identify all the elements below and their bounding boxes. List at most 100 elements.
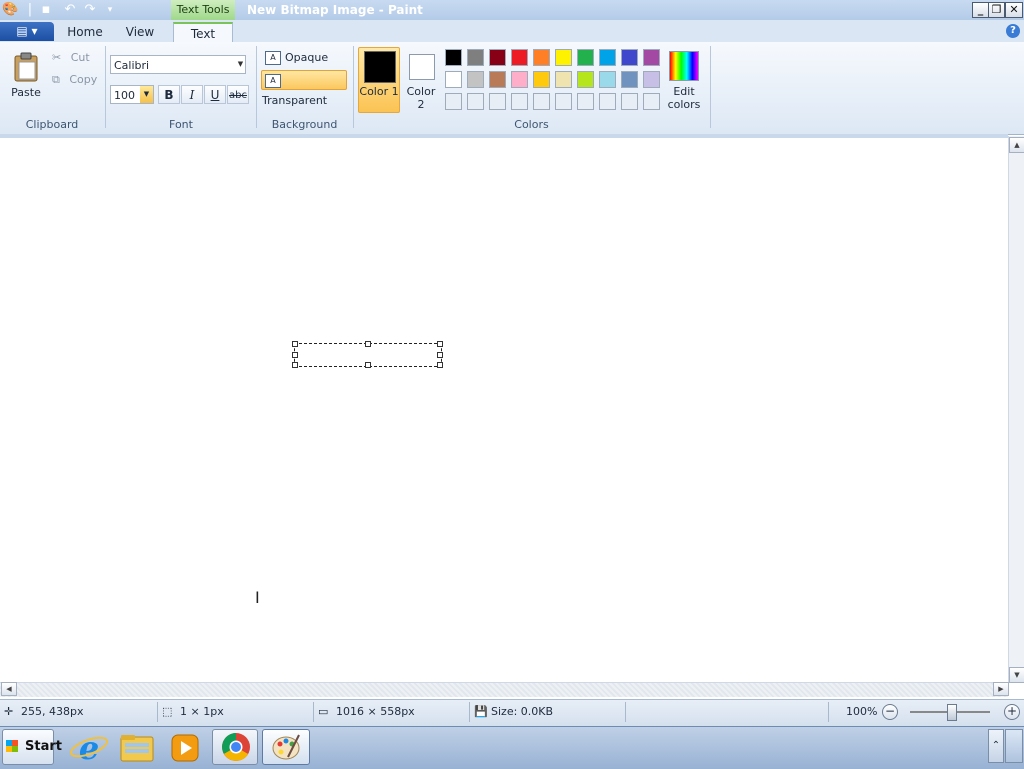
customize-quick-access-icon[interactable]: ▾ bbox=[102, 2, 118, 18]
resize-handle[interactable] bbox=[437, 341, 443, 347]
paste-icon[interactable] bbox=[13, 52, 39, 82]
color-swatch[interactable] bbox=[445, 49, 462, 66]
resize-handle[interactable] bbox=[292, 352, 298, 358]
color-swatch[interactable] bbox=[577, 49, 594, 66]
show-desktop-button[interactable] bbox=[1005, 729, 1023, 763]
font-family-select[interactable]: Calibri bbox=[110, 55, 246, 74]
color-swatch[interactable] bbox=[643, 93, 660, 110]
resize-handle[interactable] bbox=[292, 362, 298, 368]
color-swatch[interactable] bbox=[533, 71, 550, 88]
resize-handle[interactable] bbox=[292, 341, 298, 347]
color-swatch[interactable] bbox=[621, 49, 638, 66]
undo-icon[interactable]: ↶ bbox=[62, 2, 78, 18]
color-swatch[interactable] bbox=[577, 93, 594, 110]
color-swatch[interactable] bbox=[621, 93, 638, 110]
file-explorer-icon[interactable] bbox=[114, 729, 160, 765]
vertical-scrollbar[interactable] bbox=[1008, 136, 1024, 682]
color2-swatch[interactable] bbox=[409, 54, 435, 80]
scroll-left-arrow-icon[interactable]: ◀ bbox=[1, 682, 17, 696]
bold-button[interactable]: B bbox=[158, 85, 180, 104]
scroll-down-arrow-icon[interactable]: ▼ bbox=[1009, 667, 1024, 683]
color-swatch[interactable] bbox=[621, 71, 638, 88]
color-swatch[interactable] bbox=[577, 71, 594, 88]
color-swatch[interactable] bbox=[467, 93, 484, 110]
color-swatch[interactable] bbox=[643, 71, 660, 88]
color-swatch[interactable] bbox=[643, 49, 660, 66]
background-group-label: Background bbox=[271, 118, 338, 131]
transparent-button[interactable]: A Transparent bbox=[261, 70, 347, 107]
show-hidden-icons-button[interactable]: ⌃ bbox=[988, 729, 1004, 763]
resize-handle[interactable] bbox=[365, 362, 371, 368]
canvas[interactable] bbox=[0, 135, 1024, 683]
color-swatch[interactable] bbox=[533, 49, 550, 66]
scroll-up-arrow-icon[interactable]: ▲ bbox=[1009, 137, 1024, 153]
scroll-right-arrow-icon[interactable]: ▶ bbox=[993, 682, 1009, 696]
chevron-down-icon[interactable]: ▼ bbox=[140, 86, 153, 103]
minimize-button[interactable]: _ bbox=[972, 2, 989, 18]
edit-colors-button[interactable]: Edit colors bbox=[662, 85, 706, 111]
internet-explorer-icon[interactable]: e bbox=[66, 729, 112, 765]
italic-button[interactable]: I bbox=[181, 85, 203, 104]
paste-button[interactable]: Paste bbox=[8, 86, 44, 99]
opaque-button[interactable]: A Opaque bbox=[262, 49, 352, 67]
resize-handle[interactable] bbox=[437, 352, 443, 358]
status-divider bbox=[828, 702, 829, 722]
color2-label: Color 2 bbox=[406, 85, 436, 111]
redo-icon[interactable]: ↷ bbox=[82, 2, 98, 18]
color-swatch[interactable] bbox=[489, 71, 506, 88]
strikethrough-button[interactable]: abc bbox=[227, 85, 249, 104]
clipboard-group-label: Clipboard bbox=[25, 118, 79, 131]
tab-view[interactable]: View bbox=[118, 22, 162, 42]
cut-label: Cut bbox=[70, 51, 90, 64]
color-swatch[interactable] bbox=[555, 71, 572, 88]
color-swatch[interactable] bbox=[511, 49, 528, 66]
paint-app-icon[interactable]: 🎨 bbox=[2, 2, 18, 18]
close-button[interactable]: ✕ bbox=[1005, 2, 1023, 18]
zoom-in-button[interactable]: + bbox=[1004, 704, 1020, 720]
horizontal-scrollbar[interactable] bbox=[0, 682, 1008, 697]
file-menu-button[interactable]: ▤ ▾ bbox=[0, 22, 54, 41]
media-player-icon[interactable] bbox=[162, 729, 208, 765]
copy-label: Copy bbox=[69, 73, 98, 86]
color-swatch[interactable] bbox=[467, 71, 484, 88]
tab-text[interactable]: Text bbox=[173, 22, 233, 43]
color-swatch[interactable] bbox=[445, 71, 462, 88]
chevron-down-icon[interactable]: ▼ bbox=[236, 56, 245, 73]
cut-button[interactable]: ✂ Cut bbox=[52, 50, 90, 66]
group-divider bbox=[105, 46, 106, 128]
help-icon[interactable]: ? bbox=[1006, 24, 1020, 38]
save-icon[interactable]: ▪ bbox=[38, 2, 54, 18]
file-size-icon: 💾 bbox=[474, 705, 488, 718]
color-swatch[interactable] bbox=[467, 49, 484, 66]
color1-swatch[interactable] bbox=[364, 51, 396, 83]
copy-icon: ⧉ bbox=[52, 73, 64, 86]
chrome-icon bbox=[222, 733, 250, 761]
opaque-label: Opaque bbox=[285, 51, 329, 64]
color-swatch[interactable] bbox=[555, 49, 572, 66]
font-group-label: Font bbox=[169, 118, 193, 131]
canvas-border bbox=[0, 134, 1008, 138]
color-swatch[interactable] bbox=[511, 71, 528, 88]
status-divider bbox=[313, 702, 314, 722]
resize-handle[interactable] bbox=[437, 362, 443, 368]
zoom-slider-thumb[interactable] bbox=[947, 704, 957, 721]
color-swatch[interactable] bbox=[555, 93, 572, 110]
color-swatch[interactable] bbox=[533, 93, 550, 110]
zoom-out-button[interactable]: − bbox=[882, 704, 898, 720]
underline-button[interactable]: U bbox=[204, 85, 226, 104]
color-swatch[interactable] bbox=[489, 49, 506, 66]
color-swatch[interactable] bbox=[511, 93, 528, 110]
color-swatch[interactable] bbox=[599, 93, 616, 110]
canvas-size: 1016 × 558px bbox=[336, 705, 415, 718]
color-swatch[interactable] bbox=[445, 93, 462, 110]
cursor-position-icon: ✛ bbox=[4, 705, 14, 718]
maximize-button[interactable]: ❐ bbox=[988, 2, 1005, 18]
copy-button[interactable]: ⧉ Copy bbox=[52, 72, 97, 88]
color-swatch[interactable] bbox=[599, 71, 616, 88]
color-swatch[interactable] bbox=[489, 93, 506, 110]
resize-handle[interactable] bbox=[365, 341, 371, 347]
tab-home[interactable]: Home bbox=[62, 22, 108, 42]
edit-colors-icon[interactable] bbox=[669, 51, 699, 81]
selection-size: 1 × 1px bbox=[180, 705, 224, 718]
color-swatch[interactable] bbox=[599, 49, 616, 66]
